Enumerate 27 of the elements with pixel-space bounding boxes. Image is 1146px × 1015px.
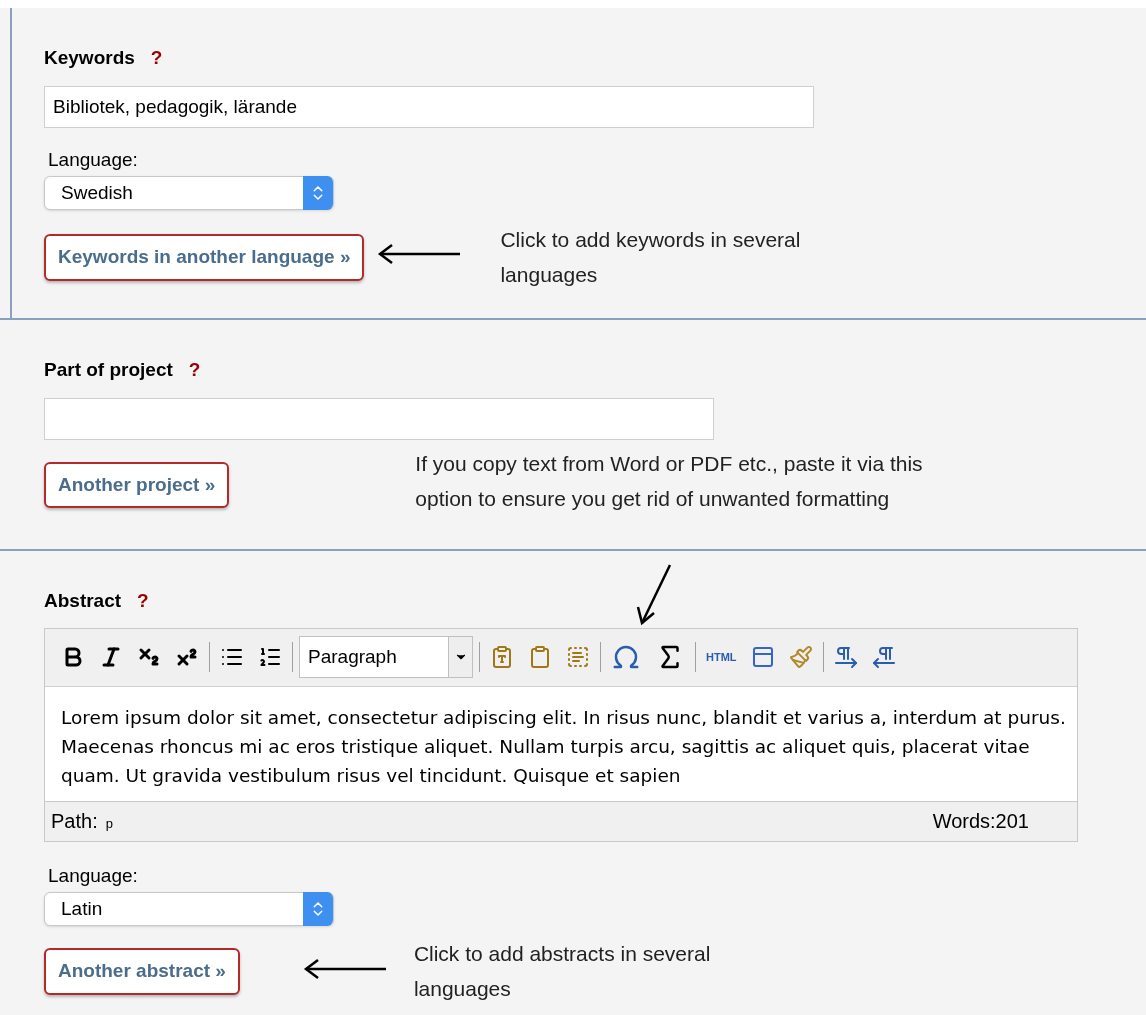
add-button[interactable]: Keywords in another language » bbox=[44, 234, 365, 281]
add-button[interactable]: Another project » bbox=[44, 461, 230, 508]
language-select[interactable]: Latin bbox=[44, 892, 334, 926]
field-label: Abstract bbox=[44, 589, 122, 613]
chevrons-icon bbox=[303, 892, 333, 926]
annotation-text: Click to add abstracts in several languages bbox=[413, 941, 712, 1002]
field-label: Keywords bbox=[44, 46, 135, 70]
path-label: Path: bbox=[51, 809, 98, 834]
word-count: Words:201 bbox=[932, 809, 1029, 834]
help-link[interactable]: ? bbox=[150, 44, 163, 73]
format-select[interactable]: Paragraph bbox=[299, 636, 473, 678]
html-button[interactable]: HTML bbox=[702, 648, 741, 666]
help-link[interactable]: ? bbox=[137, 587, 149, 616]
keywords-field[interactable]: Bibliotek, pedagogik, lärande bbox=[44, 85, 814, 128]
add-button[interactable]: Another abstract » bbox=[44, 948, 240, 995]
dropdown-icon bbox=[448, 637, 472, 677]
language-select[interactable]: Swedish bbox=[44, 176, 334, 210]
annotation-text: If you copy text from Word or PDF etc., paste it via this option to ensure you get rid of unwanted formatting bbox=[415, 450, 924, 512]
project-field[interactable] bbox=[44, 397, 714, 440]
editor-text[interactable]: Lorem ipsum dolor sit amet, consectetur adipiscing elit. In risus nunc, blandit et varius a, interdum at purus. Maecenas rhoncus mi ac eros tristique aliquet. Nullam turpis arcu, sagittis ac aliquet quis, placerat vitae quam. Ut gravida vestibulum risus vel tincidunt. Quisque et sapien bbox=[61, 702, 1071, 790]
field-label: Language: bbox=[48, 863, 139, 888]
path-value: p bbox=[105, 815, 113, 833]
field-label: Language: bbox=[48, 147, 139, 172]
help-link[interactable]: ? bbox=[188, 356, 201, 385]
annotation-text: Click to add keywords in several languages bbox=[500, 227, 802, 288]
chevrons-icon bbox=[303, 176, 333, 210]
field-label: Part of project bbox=[44, 358, 173, 382]
